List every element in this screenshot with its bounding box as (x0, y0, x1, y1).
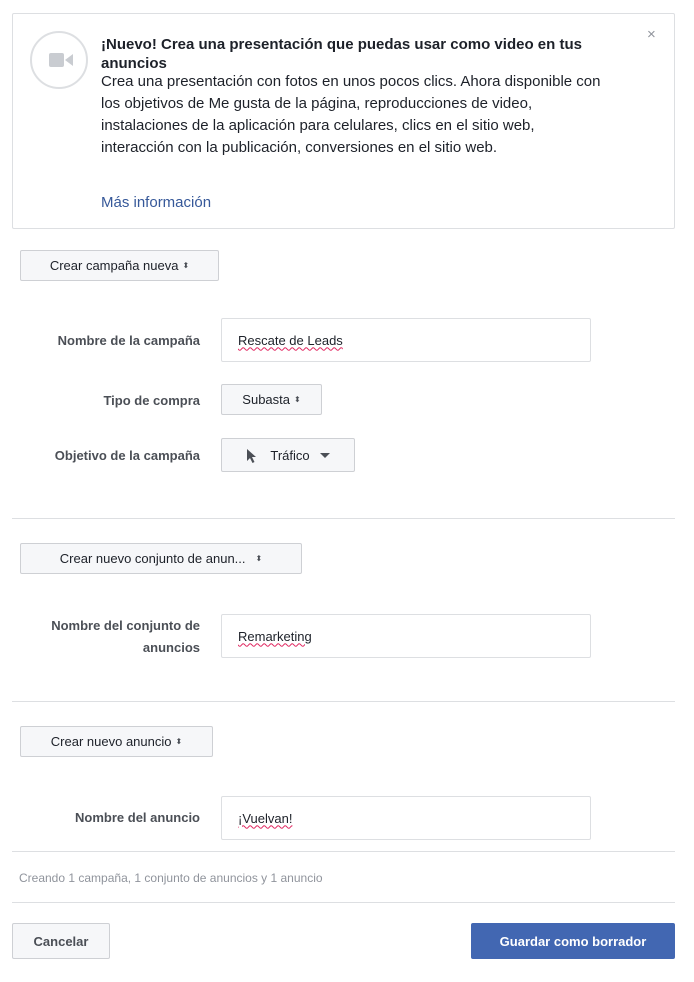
more-info-link[interactable]: Más información (101, 194, 211, 211)
adset-name-label: Nombre del conjunto de anuncios (20, 616, 200, 657)
section-divider (12, 851, 675, 852)
adset-name-label-line2: anuncios (142, 640, 200, 655)
ad-create-selector-label: Crear nuevo anuncio (50, 734, 172, 749)
adset-create-selector-label: Crear nuevo conjunto de anun... (59, 551, 246, 566)
buy-type-select[interactable]: Subasta ⬍ (221, 384, 322, 415)
adset-name-field[interactable]: Remarketing (221, 614, 591, 658)
section-divider (12, 902, 675, 903)
section-divider (12, 518, 675, 519)
ad-create-selector[interactable]: Crear nuevo anuncio ⬍ (20, 726, 213, 757)
objective-label: Objetivo de la campaña (54, 448, 200, 463)
buy-type-label: Tipo de compra (103, 393, 200, 408)
cursor-icon (247, 449, 257, 463)
video-camera-icon (30, 31, 88, 89)
ad-name-value: ¡Vuelvan! (238, 810, 293, 826)
ad-name-label: Nombre del anuncio (75, 810, 200, 825)
notice-body: Crea una presentación con fotos en unos … (101, 73, 601, 156)
objective-value: Tráfico (270, 447, 310, 463)
adset-name-value: Remarketing (238, 628, 312, 644)
notice-title: ¡Nuevo! Crea una presentación que puedas… (101, 36, 582, 72)
chevron-down-icon (319, 452, 330, 458)
sort-caret-icon: ⬍ (182, 260, 190, 270)
sort-caret-icon: ⬍ (175, 736, 183, 746)
campaign-create-selector[interactable]: Crear campaña nueva ⬍ (20, 250, 219, 281)
campaign-name-label: Nombre de la campaña (57, 333, 200, 348)
save-draft-button[interactable]: Guardar como borrador (471, 923, 675, 959)
new-feature-notice: ¡Nuevo! Crea una presentación que puedas… (12, 13, 675, 229)
sort-caret-icon: ⬍ (294, 394, 301, 404)
campaign-name-value: Rescate de Leads (238, 332, 343, 348)
section-divider (12, 701, 675, 702)
adset-create-selector[interactable]: Crear nuevo conjunto de anun... ⬍ (20, 543, 302, 574)
creation-summary: Creando 1 campaña, 1 conjunto de anuncio… (19, 871, 323, 885)
objective-select[interactable]: Tráfico (221, 438, 355, 472)
adset-name-label-line1: Nombre del conjunto de (51, 618, 200, 633)
cancel-button[interactable]: Cancelar (12, 923, 110, 959)
buy-type-value: Subasta (242, 392, 290, 407)
campaign-name-field[interactable]: Rescate de Leads (221, 318, 591, 362)
campaign-create-selector-label: Crear campaña nueva (49, 258, 179, 273)
close-icon[interactable]: × (647, 27, 656, 42)
ad-name-field[interactable]: ¡Vuelvan! (221, 796, 591, 840)
sort-caret-icon: ⬍ (255, 553, 263, 563)
